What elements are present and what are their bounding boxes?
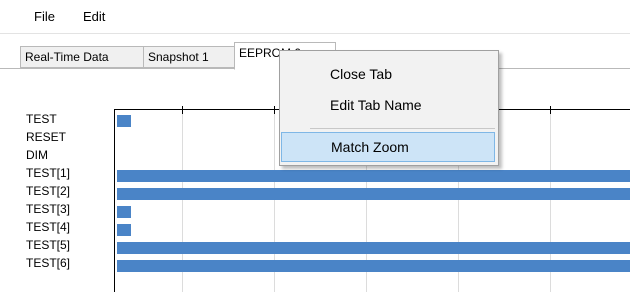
menu-file[interactable]: File xyxy=(34,9,55,24)
signal-bar-test-3 xyxy=(117,206,131,218)
signal-label-test-5: TEST[5] xyxy=(26,238,71,252)
signal-bar-test-5 xyxy=(117,242,630,254)
signal-bar-test xyxy=(117,115,131,127)
axis-tick xyxy=(182,106,183,114)
menu-edit[interactable]: Edit xyxy=(83,9,105,24)
signal-label-test-1: TEST[1] xyxy=(26,166,71,180)
menu-item-match-zoom[interactable]: Match Zoom xyxy=(281,132,495,162)
axis-tick xyxy=(274,106,275,114)
tab-context-menu: Close Tab Edit Tab Name Match Zoom xyxy=(279,50,499,166)
signal-bar-test-6 xyxy=(117,260,630,272)
tab-snapshot-1[interactable]: Snapshot 1 xyxy=(143,46,235,68)
signal-bar-test-1 xyxy=(117,170,630,182)
signal-label-test: TEST xyxy=(26,112,57,126)
tab-real-time-data[interactable]: Real-Time Data xyxy=(20,46,144,68)
axis-tick xyxy=(550,106,551,114)
signal-label-reset: RESET xyxy=(26,130,67,144)
signal-label-dim: DIM xyxy=(26,148,48,162)
menu-separator xyxy=(310,128,495,129)
menu-item-label: Close Tab xyxy=(330,66,393,82)
menu-item-label: Edit Tab Name xyxy=(330,97,422,113)
signal-bar-test-4 xyxy=(117,224,131,236)
signal-bar-test-2 xyxy=(117,188,630,200)
menu-bar: File Edit xyxy=(0,0,630,34)
signal-label-test-6: TEST[6] xyxy=(26,256,71,270)
menu-item-edit-tab-name[interactable]: Edit Tab Name xyxy=(281,91,495,119)
signal-label-test-2: TEST[2] xyxy=(26,184,71,198)
signal-label-test-4: TEST[4] xyxy=(26,220,71,234)
menu-item-close-tab[interactable]: Close Tab xyxy=(281,60,495,88)
signal-label-test-3: TEST[3] xyxy=(26,202,71,216)
menu-item-label: Match Zoom xyxy=(331,139,409,155)
